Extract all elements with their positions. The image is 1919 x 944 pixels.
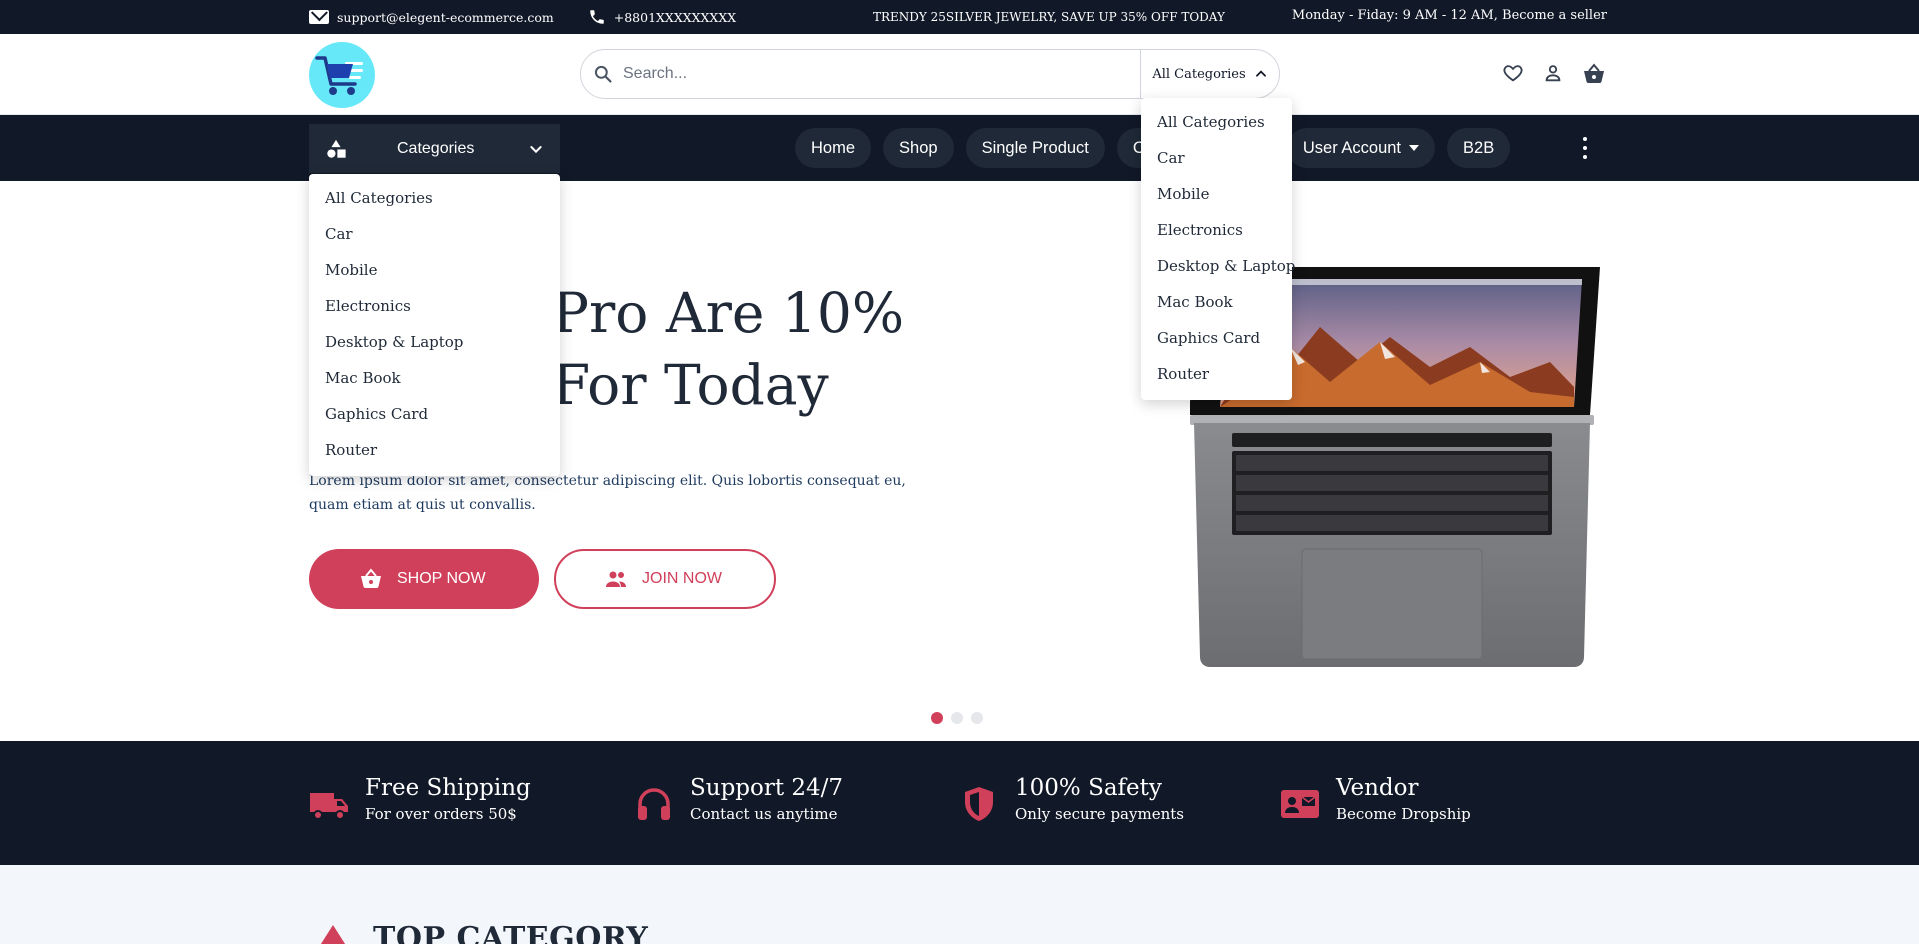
category-option[interactable]: Mobile: [309, 252, 560, 288]
nav-item-label: User Account: [1302, 138, 1402, 157]
features-strip: Free Shipping For over orders 50$ Suppor…: [0, 741, 1919, 865]
feature-subtitle: For over orders 50$: [365, 805, 517, 823]
category-option[interactable]: Electronics: [309, 288, 560, 324]
id-card-icon: [1281, 790, 1319, 818]
nav-item-user-account[interactable]: User Account: [1286, 128, 1436, 168]
category-option[interactable]: Desktop & Laptop: [1141, 248, 1295, 284]
feature-subtitle: Become Dropship: [1336, 805, 1471, 823]
join-now-label: JOIN NOW: [642, 570, 722, 587]
phone-text: +8801XXXXXXXXX: [613, 9, 737, 25]
user-account-icon[interactable]: [1542, 62, 1564, 84]
top-category-section: TOP CATEGORY: [0, 865, 1919, 944]
shop-now-button[interactable]: SHOP NOW: [309, 549, 539, 609]
slider-dot-3[interactable]: [971, 712, 983, 724]
feature-title: Support 24/7: [690, 775, 844, 801]
category-select-label: All Categories: [1152, 66, 1246, 82]
promo-text: TRENDY 25SILVER JEWELRY, SAVE UP 35% OFF…: [873, 10, 1225, 24]
mail-icon: [309, 10, 329, 24]
main-nav: Categories Home Shop Single Product Caut…: [0, 115, 1919, 181]
nav-item-label: Home: [811, 138, 856, 157]
nav-item-shop[interactable]: Shop: [883, 128, 954, 168]
shopping-basket-icon[interactable]: [1582, 62, 1604, 84]
cart-logo-icon: [315, 56, 363, 95]
category-option[interactable]: Car: [1141, 140, 1292, 176]
phone-icon: [590, 10, 604, 24]
category-option[interactable]: Electronics: [1141, 212, 1292, 248]
category-option[interactable]: Mac Book: [1141, 284, 1292, 320]
search-input[interactable]: [623, 65, 1143, 83]
caret-down-icon: [1409, 145, 1420, 151]
slider-dot-1[interactable]: [931, 712, 943, 724]
categories-label: Categories: [397, 139, 475, 157]
category-option[interactable]: Mobile: [1141, 176, 1292, 212]
nav-item-single-product[interactable]: Single Product: [965, 128, 1105, 168]
nav-item-home[interactable]: Home: [795, 128, 872, 168]
feature-subtitle: Only secure payments: [1015, 805, 1184, 823]
email-text: support@elegent-ecommerce.com: [337, 9, 554, 25]
chevron-down-icon: [530, 145, 542, 153]
search-icon: [594, 65, 612, 83]
categories-button[interactable]: Categories: [309, 124, 560, 173]
category-option[interactable]: Router: [1141, 356, 1292, 392]
category-option[interactable]: Desktop & Laptop: [309, 324, 560, 360]
category-option[interactable]: All Categories: [1141, 104, 1292, 140]
nav-item-label: Single Product: [981, 138, 1089, 157]
slider-dots: [931, 712, 983, 724]
search-bar: All Categories: [580, 49, 1280, 99]
category-option[interactable]: Car: [309, 216, 560, 252]
feature-support: Support 24/7 Contact us anytime: [634, 774, 843, 826]
top-bar: support@elegent-ecommerce.com +8801XXXXX…: [0, 0, 1919, 34]
nav-item-label: Shop: [899, 138, 938, 157]
category-option[interactable]: Gaphics Card: [1141, 320, 1292, 356]
hero-slider: Pro Are 10% For Today Lorem ipsum dolor …: [0, 181, 1919, 741]
email-contact[interactable]: support@elegent-ecommerce.com: [309, 10, 554, 25]
section-title: TOP CATEGORY: [373, 921, 649, 944]
feature-vendor: Vendor Become Dropship: [1280, 774, 1471, 826]
site-logo[interactable]: [309, 42, 375, 108]
wishlist-heart-icon[interactable]: [1502, 62, 1524, 84]
feature-title: 100% Safety: [1015, 775, 1162, 801]
feature-subtitle: Contact us anytime: [690, 805, 838, 823]
chevron-up-icon: [1255, 70, 1266, 77]
feature-free-shipping: Free Shipping For over orders 50$: [309, 774, 531, 826]
hero-description: Lorem ipsum dolor sit amet, consectetur …: [309, 473, 906, 513]
category-option[interactable]: All Categories: [309, 180, 560, 216]
headphones-icon: [638, 788, 670, 820]
feature-safety: 100% Safety Only secure payments: [959, 774, 1184, 826]
categories-dropdown: All Categories Car Mobile Electronics De…: [309, 174, 560, 476]
category-option[interactable]: Mac Book: [309, 360, 560, 396]
join-now-button[interactable]: JOIN NOW: [554, 549, 776, 609]
shop-now-label: SHOP NOW: [397, 570, 486, 587]
shapes-icon: [327, 139, 346, 158]
category-option[interactable]: Router: [309, 432, 560, 468]
nav-item-label: B2B: [1463, 138, 1495, 157]
slider-dot-2[interactable]: [951, 712, 963, 724]
category-select[interactable]: All Categories: [1140, 50, 1279, 98]
shield-icon: [965, 787, 993, 821]
feature-title: Vendor: [1336, 775, 1419, 801]
more-menu-icon[interactable]: [1578, 137, 1592, 159]
feature-title: Free Shipping: [365, 775, 531, 801]
basket-icon: [361, 568, 381, 588]
people-icon: [606, 571, 626, 587]
triangle-icon: [319, 925, 347, 944]
hours-text[interactable]: Monday - Fiday: 9 AM - 12 AM, Become a s…: [1292, 8, 1607, 23]
category-option[interactable]: Gaphics Card: [309, 396, 560, 432]
nav-item-b2b[interactable]: B2B: [1447, 128, 1511, 168]
phone-contact[interactable]: +8801XXXXXXXXX: [588, 8, 736, 26]
truck-icon: [310, 793, 348, 820]
header: All Categories: [0, 34, 1919, 115]
search-category-dropdown: All Categories Car Mobile Electronics De…: [1141, 98, 1295, 400]
header-actions: [1502, 62, 1604, 84]
